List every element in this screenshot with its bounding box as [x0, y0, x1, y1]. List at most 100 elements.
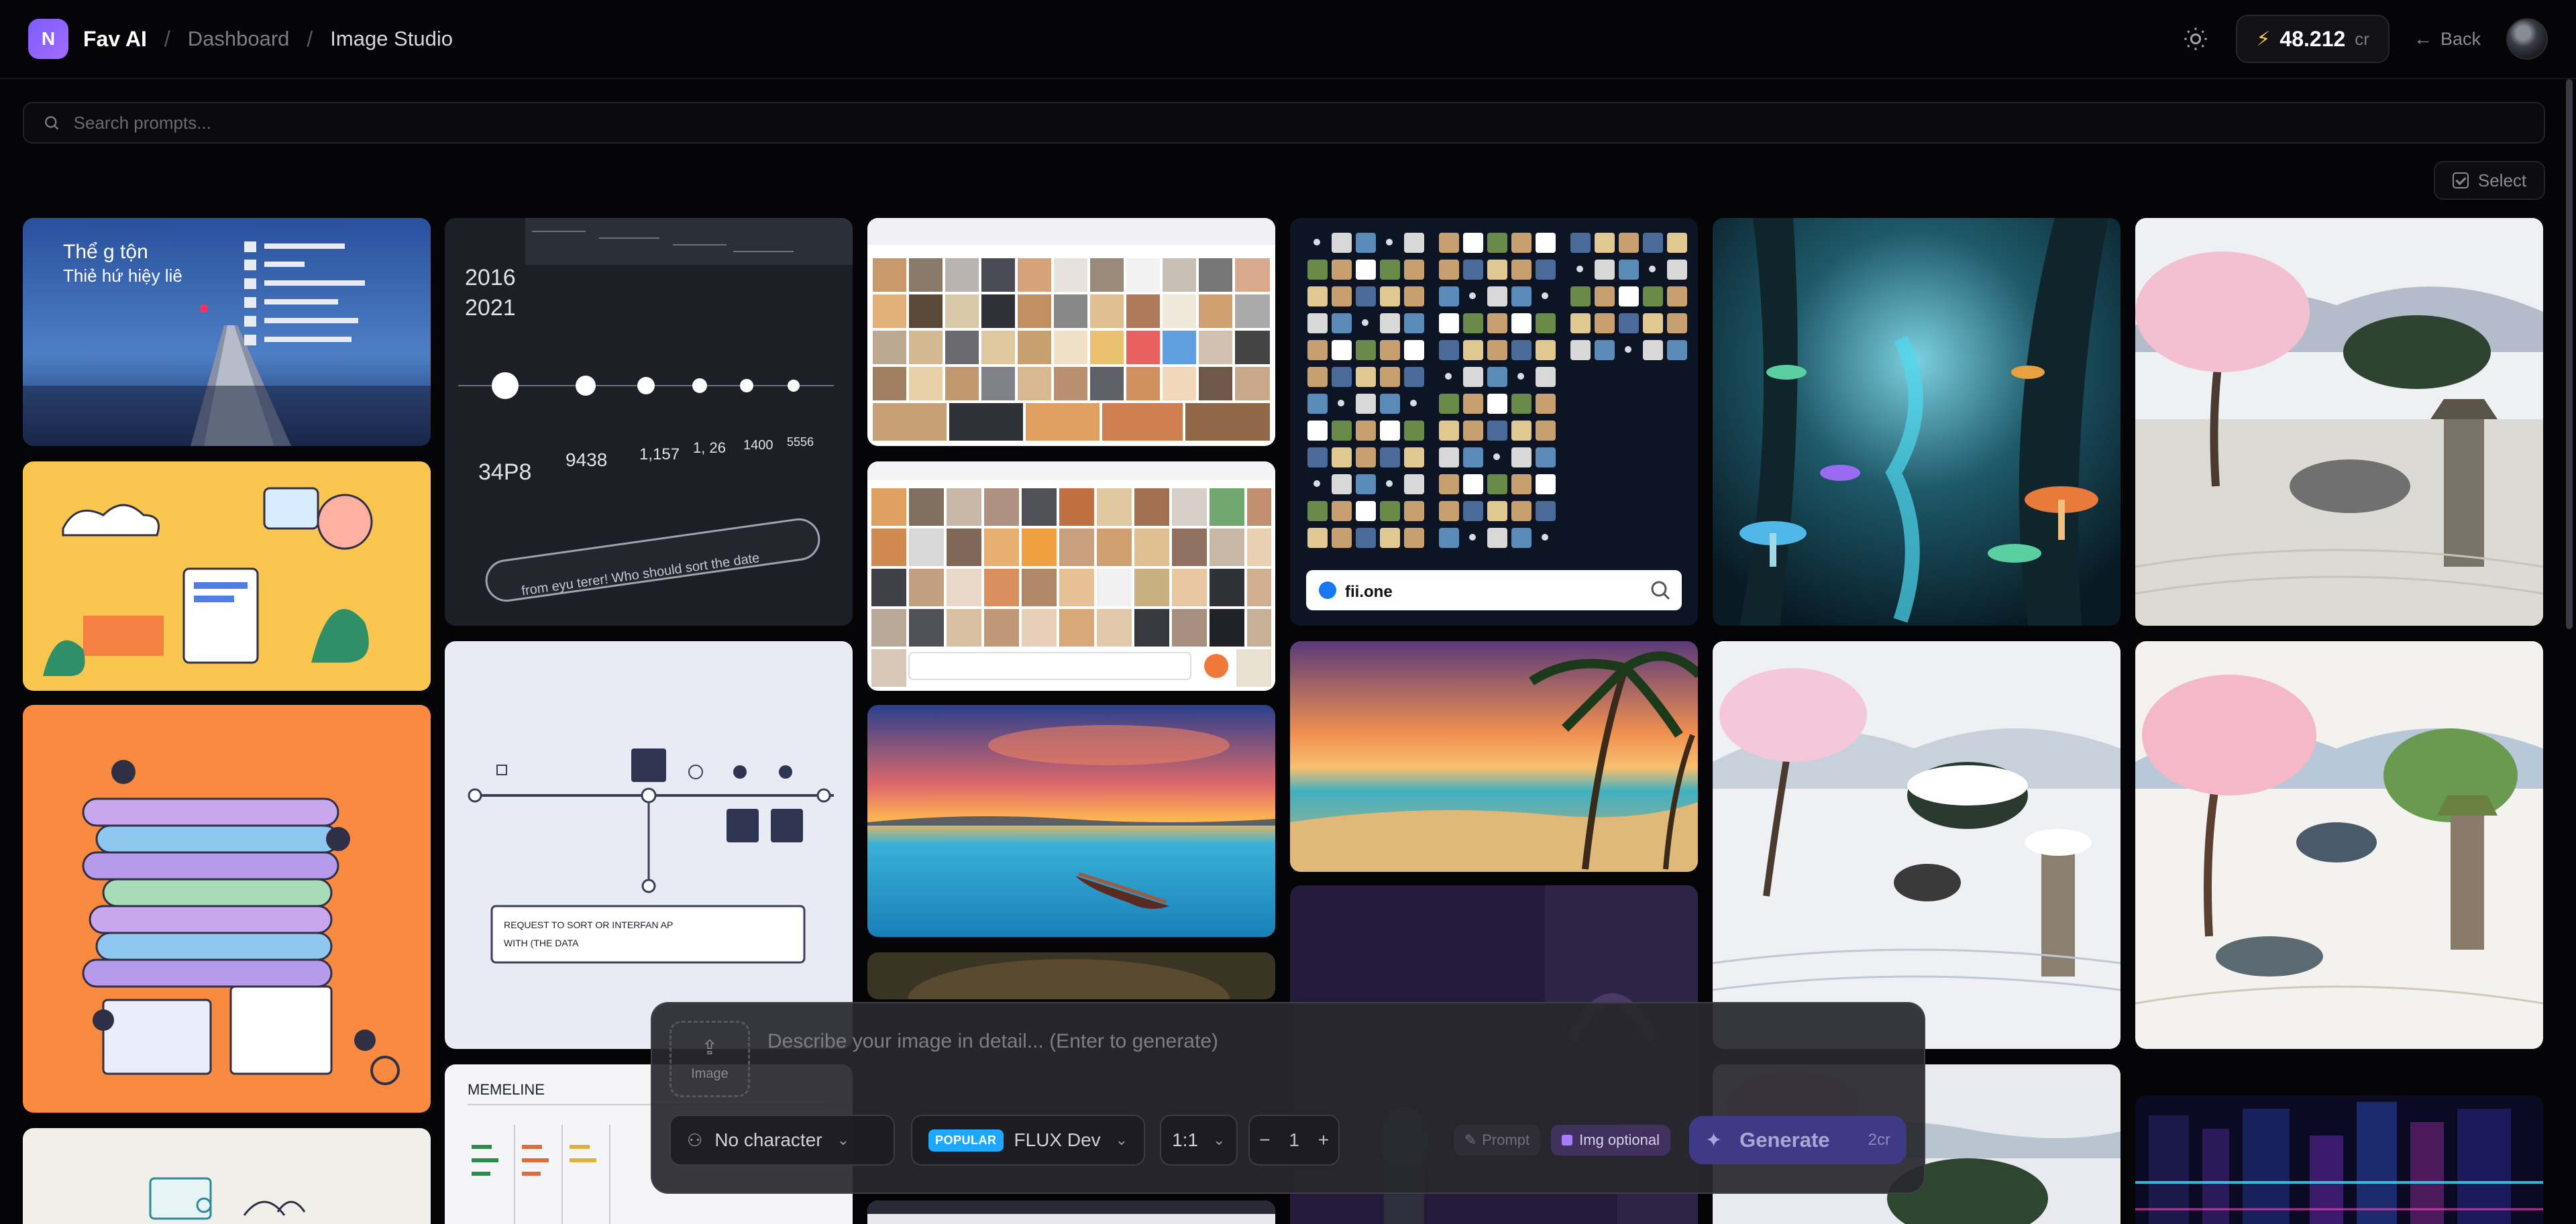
- icon-grid-cell: [1487, 286, 1507, 307]
- icon-grid-cell: [1463, 447, 1483, 467]
- icon-grid-cell: [1463, 474, 1483, 494]
- zen-cherry-image: [2135, 218, 2543, 626]
- icon-grid-search-text: fii.one: [1345, 583, 1393, 601]
- increment-button[interactable]: +: [1318, 1129, 1329, 1151]
- decrement-button[interactable]: −: [1259, 1129, 1270, 1151]
- gallery-item-zen-watercolor[interactable]: [2135, 641, 2543, 1049]
- icon-grid-cell: [1487, 367, 1507, 387]
- icon-grid-cell: [1487, 340, 1507, 360]
- icon-grid-cell: [1536, 340, 1556, 360]
- credits-unit: cr: [2355, 28, 2369, 49]
- breadcrumb-dashboard[interactable]: Dashboard: [188, 27, 290, 51]
- icon-grid-cell: [1380, 394, 1400, 414]
- gallery-item-light-illustration[interactable]: [23, 1128, 431, 1224]
- icon-grid-cell: [1445, 373, 1452, 380]
- gallery-item-cyber-city[interactable]: [2135, 1095, 2543, 1224]
- character-label: No character: [714, 1129, 822, 1150]
- icon-grid-cell: [1595, 260, 1615, 280]
- icon-grid-cell: [1536, 260, 1556, 280]
- character-select[interactable]: ⚇ No character ⌄: [669, 1115, 895, 1166]
- icon-grid-cell: [1404, 421, 1424, 441]
- table-doc-image: [867, 1201, 1275, 1224]
- app-name[interactable]: Fav AI: [83, 27, 147, 52]
- gallery-item-stacked-illustration[interactable]: [23, 705, 431, 1113]
- timeline-box-line-2: WITH (THE DATA: [504, 938, 579, 948]
- gallery-item-mushroom-forest[interactable]: [1713, 218, 2121, 626]
- scrollbar[interactable]: [2566, 79, 2573, 629]
- icon-grid-cell: [1649, 266, 1656, 272]
- image-upload-button[interactable]: ⇪ Image: [669, 1021, 750, 1097]
- search-input[interactable]: [73, 112, 2525, 133]
- gallery-item-zen-cherry[interactable]: [2135, 218, 2543, 626]
- icon-grid-cell: [1536, 421, 1556, 441]
- icon-grid-cell: [1439, 233, 1459, 253]
- app-logo[interactable]: N: [28, 19, 68, 59]
- gallery-item-dog-top[interactable]: [867, 952, 1275, 999]
- dashboard-value-2: 9438: [566, 449, 607, 470]
- icon-grid-cell: [1463, 421, 1483, 441]
- icon-grid-cell: [1404, 367, 1424, 387]
- model-select[interactable]: POPULAR FLUX Dev ⌄: [911, 1115, 1146, 1166]
- credits-balance[interactable]: ⚡ 48.212 cr: [2236, 15, 2390, 63]
- icon-grid-cell: [1511, 528, 1532, 548]
- mushroom-forest-image: [1713, 218, 2121, 626]
- back-button[interactable]: ← Back: [2414, 28, 2481, 50]
- gallery-item-photo-grid-2[interactable]: [867, 461, 1275, 691]
- poster-subtitle: Thiẻ hứ hiệy liê: [63, 266, 182, 286]
- aspect-ratio-select[interactable]: 1:1 ⌄: [1160, 1115, 1238, 1166]
- generate-button[interactable]: ✦ Generate 2cr: [1689, 1116, 1907, 1164]
- icon-grid-cell: [1463, 313, 1483, 333]
- icon-grid-cell: [1404, 447, 1424, 467]
- icon-grid-cell: [1511, 260, 1532, 280]
- gallery-item-zen-snow[interactable]: [1713, 641, 2121, 1049]
- icon-grid-cell: [1463, 260, 1483, 280]
- icon-grid-cell: [1332, 501, 1352, 521]
- prompt-input[interactable]: [767, 1030, 1874, 1053]
- icon-grid-cell: [1386, 239, 1393, 245]
- gallery-item-timeline[interactable]: REQUEST TO SORT OR INTERFAN AP WITH (THE…: [445, 641, 853, 1049]
- icon-grid-cell: [1463, 501, 1483, 521]
- icon-grid-cell: [1307, 394, 1328, 414]
- timeline-box-line-1: REQUEST TO SORT OR INTERFAN AP: [504, 920, 673, 930]
- dashboard-year-2: 2021: [465, 295, 516, 321]
- photo-grid-image: [867, 218, 1275, 446]
- select-label: Select: [2477, 170, 2527, 190]
- icon-grid-cell: [1404, 474, 1424, 494]
- icon-grid-cell: [1307, 313, 1328, 333]
- gallery-item-table-doc[interactable]: [867, 1201, 1275, 1224]
- icon-grid-cell: [1511, 474, 1532, 494]
- select-button[interactable]: Select: [2434, 161, 2545, 200]
- user-avatar[interactable]: [2506, 18, 2548, 60]
- prompt-chip[interactable]: ✎ Prompt: [1453, 1125, 1541, 1156]
- stacked-illustration-image: [23, 705, 431, 1113]
- icon-grid-cell: [1332, 286, 1352, 307]
- icon-grid-cell: [1643, 340, 1663, 360]
- gallery-item-photo-grid[interactable]: [867, 218, 1275, 446]
- icon-grid-cell: [1463, 340, 1483, 360]
- icon-grid-cell: [1595, 340, 1615, 360]
- img-optional-chip[interactable]: Img optional: [1551, 1125, 1670, 1156]
- icon-grid-image: fii.one: [1290, 218, 1698, 626]
- gallery-item-poster[interactable]: Thể g tộn Thiẻ hứ hiệy liê: [23, 218, 431, 446]
- gallery-item-icon-grid[interactable]: fii.one: [1290, 218, 1698, 626]
- icon-grid-cell: [1536, 447, 1556, 467]
- gallery-item-lake-boat[interactable]: [867, 705, 1275, 937]
- icon-grid-cell: [1439, 394, 1459, 414]
- icon-grid-cell: [1536, 501, 1556, 521]
- icon-grid-cell: [1463, 367, 1483, 387]
- gallery-item-tropical-beach[interactable]: [1290, 641, 1698, 872]
- theme-toggle-icon[interactable]: [2182, 25, 2209, 52]
- gallery-item-flat-illustration[interactable]: [23, 461, 431, 691]
- generate-cost: 2cr: [1868, 1131, 1890, 1149]
- gallery-item-dashboard[interactable]: 2016 2021 34P8 9438 1,157 1, 26 1400 555…: [445, 218, 853, 626]
- icon-grid-cell: [1410, 400, 1417, 406]
- icon-grid-cell: [1570, 286, 1591, 307]
- icon-grid-cell: [1404, 286, 1424, 307]
- icon-grid-cell: [1570, 313, 1591, 333]
- breadcrumb-current: Image Studio: [330, 27, 453, 50]
- poster-image: Thể g tộn Thiẻ hứ hiệy liê: [23, 218, 431, 446]
- icon-grid-cell: [1362, 319, 1368, 326]
- prompt-chip-label: Prompt: [1482, 1131, 1530, 1148]
- icon-grid-cell: [1356, 340, 1376, 360]
- icon-grid-cell: [1536, 313, 1556, 333]
